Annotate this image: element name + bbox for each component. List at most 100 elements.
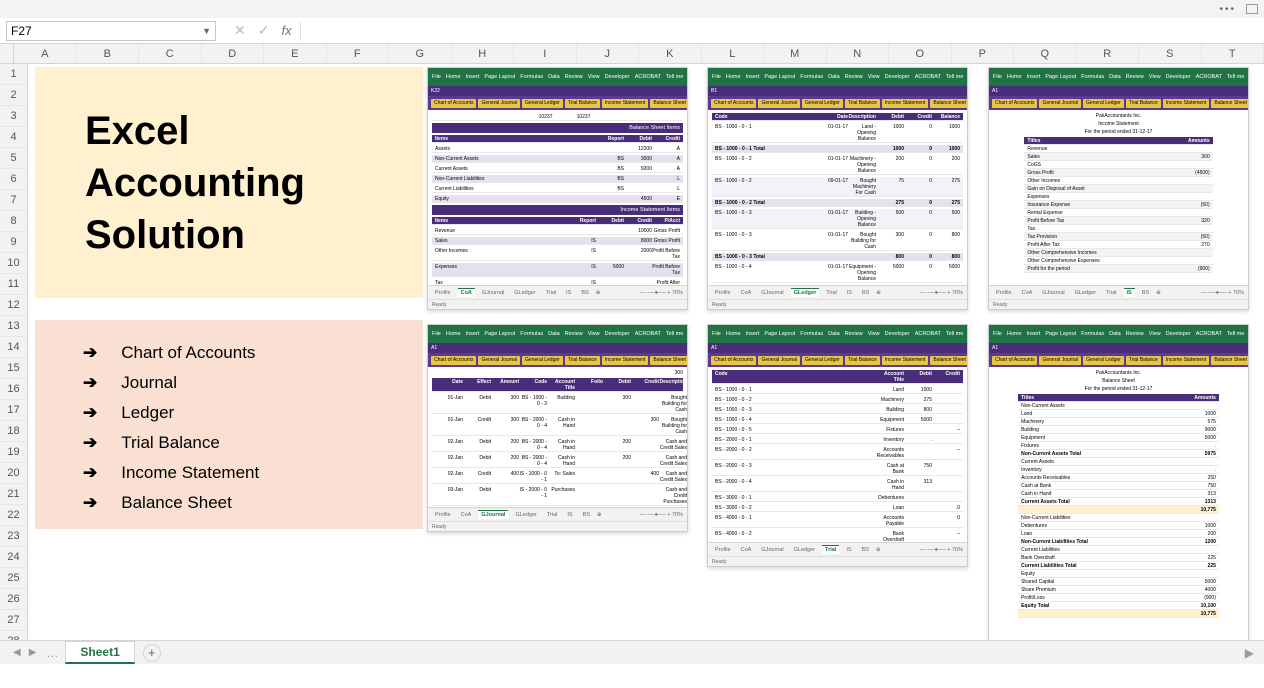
- ribbon-tab[interactable]: View: [1149, 74, 1161, 80]
- sheet-tab[interactable]: IS: [843, 546, 854, 554]
- fx-icon[interactable]: fx: [281, 23, 291, 38]
- sheet-tab[interactable]: Profile: [993, 289, 1015, 297]
- ribbon-tab[interactable]: ACROBAT: [1196, 331, 1222, 337]
- select-all-cell[interactable]: [0, 44, 14, 63]
- sheet-tab[interactable]: GLedger: [1072, 289, 1099, 297]
- zoom-controls[interactable]: — ──●── + 70%: [920, 290, 963, 296]
- sheet-tab[interactable]: BS: [578, 289, 591, 297]
- ribbon-tab[interactable]: Developer: [885, 74, 910, 80]
- ribbon-tab[interactable]: File: [993, 74, 1002, 80]
- zoom-controls[interactable]: — ──●── + 70%: [1201, 290, 1244, 296]
- nav-button[interactable]: Chart of Accounts: [431, 356, 476, 365]
- ribbon-tab[interactable]: ACROBAT: [915, 331, 941, 337]
- sheet-tab[interactable]: BS: [859, 546, 872, 554]
- nav-button[interactable]: Income Statement: [1163, 99, 1210, 108]
- ribbon-tab[interactable]: Formulas: [520, 74, 543, 80]
- sheet-nav-more[interactable]: …: [40, 646, 65, 660]
- nav-button[interactable]: General Journal: [478, 99, 520, 108]
- add-sheet-button[interactable]: +: [143, 644, 161, 662]
- sheet-tab[interactable]: Trial: [1103, 289, 1120, 297]
- sheet-tab[interactable]: CoA: [458, 511, 475, 519]
- nav-button[interactable]: General Ledger: [522, 356, 563, 365]
- ribbon-tab[interactable]: Review: [845, 331, 863, 337]
- ribbon-tab[interactable]: Tell me: [666, 331, 683, 337]
- nav-button[interactable]: Chart of Accounts: [711, 356, 756, 365]
- column-header[interactable]: N: [827, 44, 890, 63]
- ribbon-tab[interactable]: File: [993, 331, 1002, 337]
- sheet-tab[interactable]: GJournal: [479, 289, 507, 297]
- ribbon-tab[interactable]: Insert: [466, 74, 480, 80]
- ribbon-tab[interactable]: View: [868, 74, 880, 80]
- column-header[interactable]: R: [1077, 44, 1140, 63]
- row-header[interactable]: 3: [0, 106, 27, 127]
- more-menu[interactable]: •••: [1219, 4, 1236, 15]
- ribbon-tab[interactable]: Page Layout: [1045, 331, 1076, 337]
- nav-button[interactable]: Trial Balance: [845, 99, 880, 108]
- column-header[interactable]: C: [139, 44, 202, 63]
- ribbon-tab[interactable]: Insert: [746, 74, 760, 80]
- sheet-tab[interactable]: Profile: [432, 289, 454, 297]
- nav-button[interactable]: General Ledger: [1083, 356, 1124, 365]
- row-header[interactable]: 17: [0, 400, 27, 421]
- ribbon-tab[interactable]: Home: [726, 331, 741, 337]
- sheet-tab[interactable]: GLedger: [791, 546, 818, 554]
- add-tab[interactable]: ⊕: [876, 290, 881, 296]
- sheet-tab[interactable]: GJournal: [1039, 289, 1067, 297]
- nav-button[interactable]: General Journal: [758, 356, 800, 365]
- sheet-tab[interactable]: BS: [580, 511, 593, 519]
- sheet-tab[interactable]: GJournal: [478, 510, 508, 519]
- nav-button[interactable]: General Journal: [478, 356, 520, 365]
- zoom-controls[interactable]: — ──●── + 70%: [640, 512, 683, 518]
- nav-button[interactable]: General Ledger: [522, 99, 563, 108]
- ribbon-tab[interactable]: File: [432, 74, 441, 80]
- ribbon-tab[interactable]: ACROBAT: [915, 74, 941, 80]
- nav-button[interactable]: Trial Balance: [565, 99, 600, 108]
- ribbon-tab[interactable]: Review: [1126, 331, 1144, 337]
- ribbon-tab[interactable]: Page Layout: [1045, 74, 1076, 80]
- column-header[interactable]: H: [452, 44, 515, 63]
- sheet-tab-active[interactable]: Sheet1: [65, 641, 134, 664]
- ribbon-tab[interactable]: ACROBAT: [635, 331, 661, 337]
- nav-button[interactable]: Trial Balance: [565, 356, 600, 365]
- ribbon-tab[interactable]: Review: [1126, 74, 1144, 80]
- sheet-tab[interactable]: Profile: [712, 546, 734, 554]
- ribbon-tab[interactable]: Home: [1007, 74, 1022, 80]
- row-header[interactable]: 13: [0, 316, 27, 337]
- row-header[interactable]: 20: [0, 463, 27, 484]
- row-header[interactable]: 1: [0, 64, 27, 85]
- tab-scroll-right-icon[interactable]: ▶: [1245, 646, 1254, 660]
- row-header[interactable]: 26: [0, 589, 27, 610]
- row-header[interactable]: 21: [0, 484, 27, 505]
- sheet-tab[interactable]: IS: [564, 511, 575, 519]
- add-tab[interactable]: ⊕: [596, 290, 601, 296]
- sheet-tab[interactable]: IS: [1124, 288, 1135, 297]
- nav-button[interactable]: General Journal: [758, 99, 800, 108]
- sheet-tab[interactable]: GLedger: [511, 289, 538, 297]
- ribbon-tab[interactable]: Review: [565, 331, 583, 337]
- nav-button[interactable]: Chart of Accounts: [431, 99, 476, 108]
- ribbon-tab[interactable]: Data: [1109, 74, 1121, 80]
- row-header[interactable]: 24: [0, 547, 27, 568]
- sheet-tab[interactable]: CoA: [458, 288, 475, 297]
- column-header[interactable]: K: [639, 44, 702, 63]
- sheet-tab[interactable]: Trial: [544, 511, 561, 519]
- nav-button[interactable]: Chart of Accounts: [711, 99, 756, 108]
- nav-button[interactable]: Trial Balance: [1126, 99, 1161, 108]
- sheet-tab[interactable]: CoA: [738, 289, 755, 297]
- sheet-nav-next-icon[interactable]: ▶: [25, 647, 41, 658]
- row-header[interactable]: 7: [0, 190, 27, 211]
- nav-button[interactable]: Income Statement: [882, 356, 929, 365]
- sheet-tab[interactable]: BS: [1139, 289, 1152, 297]
- nav-button[interactable]: Balance Sheet: [650, 99, 688, 108]
- ribbon-tab[interactable]: Tell me: [666, 74, 683, 80]
- nav-button[interactable]: General Journal: [1039, 99, 1081, 108]
- nav-button[interactable]: Balance Sheet: [650, 356, 688, 365]
- sheet-tab[interactable]: Profile: [432, 511, 454, 519]
- row-header[interactable]: 15: [0, 358, 27, 379]
- ribbon-tab[interactable]: Page Layout: [484, 74, 515, 80]
- cells[interactable]: Excel Accounting Solution ➔Chart of Acco…: [28, 64, 1264, 650]
- nav-button[interactable]: Income Statement: [1163, 356, 1210, 365]
- ribbon-tab[interactable]: Developer: [885, 331, 910, 337]
- column-header[interactable]: M: [764, 44, 827, 63]
- ribbon-tab[interactable]: View: [588, 331, 600, 337]
